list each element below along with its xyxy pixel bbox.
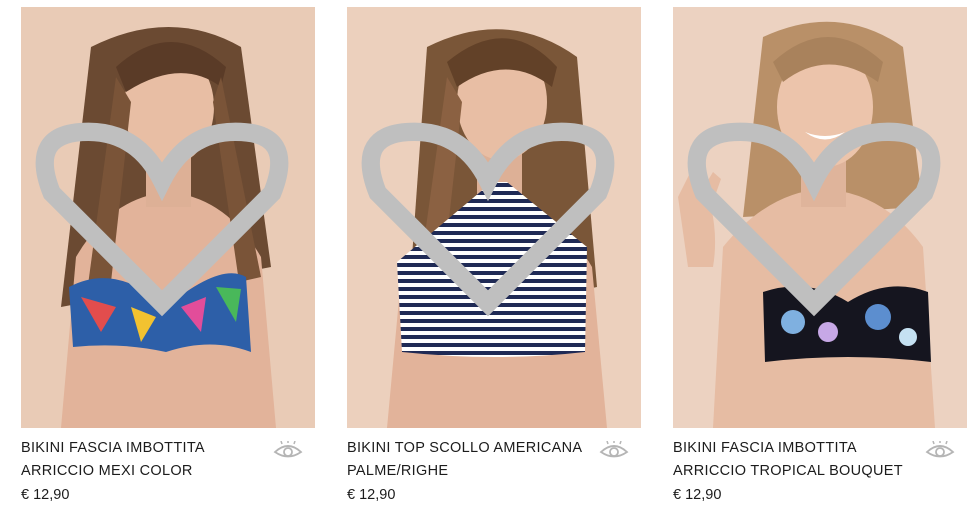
- product-name-line1: BIKINI FASCIA IMBOTTITA: [21, 440, 205, 456]
- product-name-line1: BIKINI TOP SCOLLO AMERICANA: [347, 440, 583, 456]
- product-price: € 12,90: [673, 487, 722, 503]
- product-image[interactable]: [21, 7, 315, 428]
- eye-icon[interactable]: [599, 441, 629, 461]
- product-image[interactable]: [347, 7, 641, 428]
- product-image[interactable]: [673, 7, 967, 428]
- product-card[interactable]: BIKINI FASCIA IMBOTTITA ARRICCIO TROPICA…: [673, 0, 967, 508]
- product-name-line2: PALME/RIGHE: [347, 463, 449, 479]
- product-name-line1: BIKINI FASCIA IMBOTTITA: [673, 440, 857, 456]
- product-price: € 12,90: [347, 487, 396, 503]
- heart-outline-icon[interactable]: [673, 7, 961, 428]
- heart-outline-icon[interactable]: [347, 7, 635, 428]
- heart-outline-icon[interactable]: [21, 7, 309, 428]
- product-name-line2: ARRICCIO MEXI COLOR: [21, 463, 193, 479]
- product-card[interactable]: BIKINI TOP SCOLLO AMERICANA PALME/RIGHE …: [347, 0, 641, 508]
- product-name[interactable]: BIKINI TOP SCOLLO AMERICANA PALME/RIGHE: [347, 437, 587, 483]
- product-name[interactable]: BIKINI FASCIA IMBOTTITA ARRICCIO TROPICA…: [673, 437, 913, 483]
- product-price: € 12,90: [21, 487, 70, 503]
- eye-icon[interactable]: [273, 441, 303, 461]
- eye-icon[interactable]: [925, 441, 955, 461]
- product-name[interactable]: BIKINI FASCIA IMBOTTITA ARRICCIO MEXI CO…: [21, 437, 261, 483]
- product-card[interactable]: BIKINI FASCIA IMBOTTITA ARRICCIO MEXI CO…: [21, 0, 315, 508]
- product-name-line2: ARRICCIO TROPICAL BOUQUET: [673, 463, 903, 479]
